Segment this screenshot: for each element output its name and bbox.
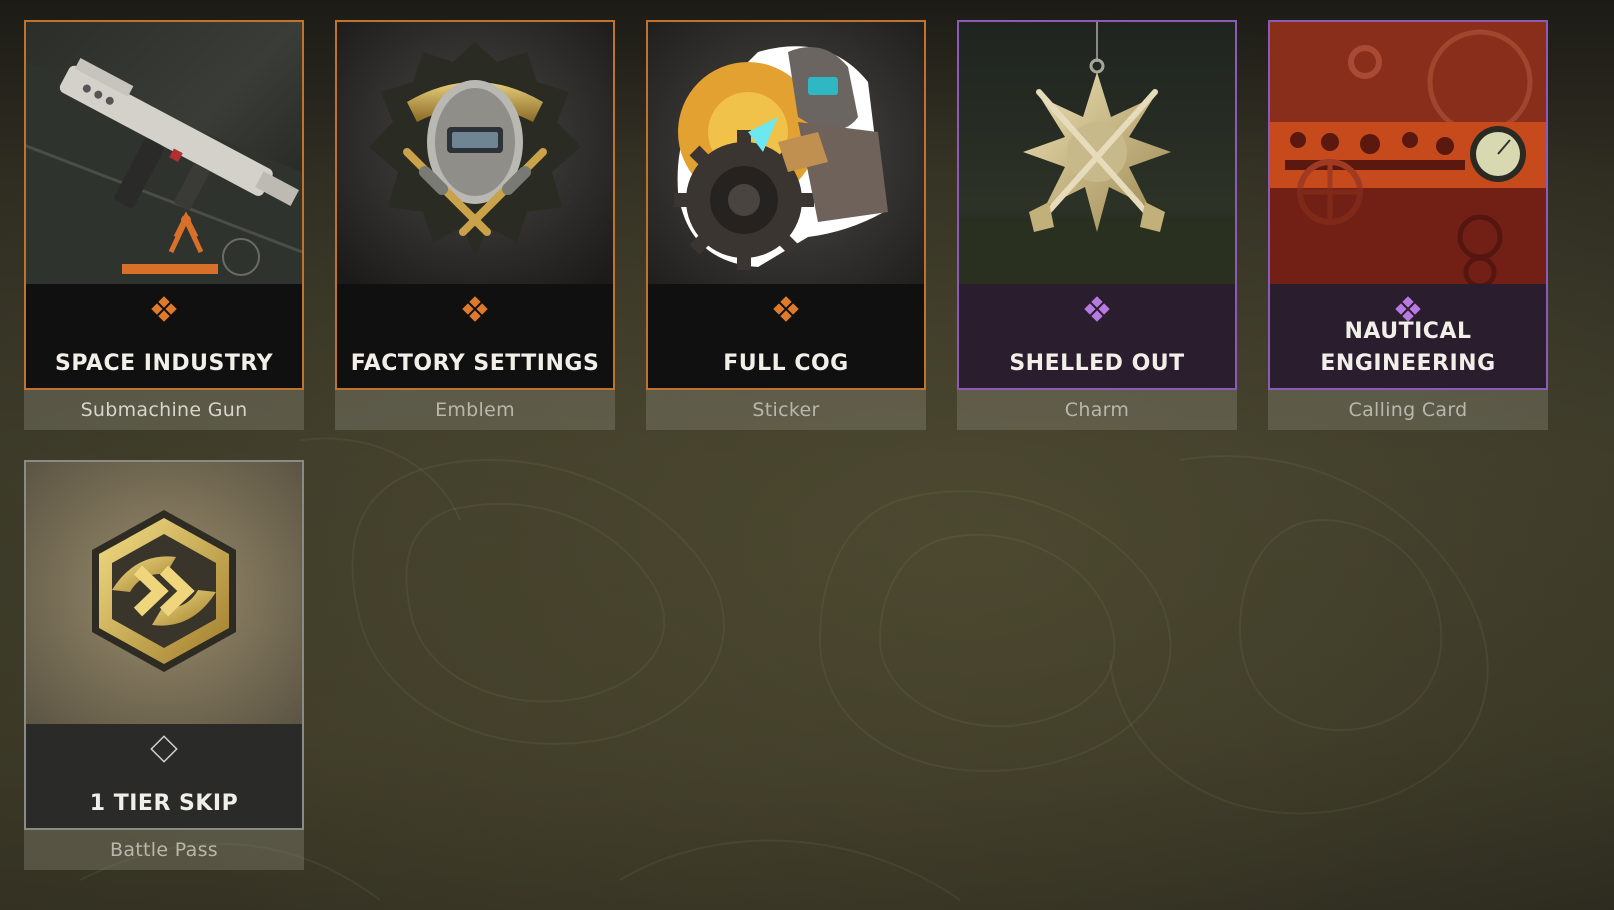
reward-card-frame: NAUTICAL ENGINEERING (1268, 20, 1548, 390)
reward-name: FACTORY SETTINGS (350, 351, 600, 376)
reward-name: 1 TIER SKIP (89, 791, 239, 816)
reward-type: Submachine Gun (24, 390, 304, 430)
reward-card-frame: FACTORY SETTINGS (335, 20, 615, 390)
reward-type: Calling Card (1268, 390, 1548, 430)
reward-card-full-cog[interactable]: FULL COG Sticker (646, 20, 926, 430)
reward-card-nautical-engineering[interactable]: NAUTICAL ENGINEERING Calling Card (1268, 20, 1548, 430)
reward-card-space-industry[interactable]: SPACE INDUSTRY Submachine Gun (24, 20, 304, 430)
tier-skip-hexagon-icon (26, 462, 302, 724)
crossed-shotguns-charm-icon (959, 22, 1235, 284)
common-rarity-icon (150, 735, 178, 763)
reward-name: SPACE INDUSTRY (54, 351, 274, 376)
ship-gauges-calling-card-icon (1270, 22, 1546, 284)
reward-type: Emblem (335, 390, 615, 430)
legendary-rarity-icon (773, 296, 799, 322)
epic-rarity-icon (1084, 296, 1110, 322)
reward-name: NAUTICAL ENGINEERING (1320, 319, 1496, 376)
smg-weapon-blueprint-icon (26, 22, 302, 284)
reward-card-frame: FULL COG (646, 20, 926, 390)
reward-type: Charm (957, 390, 1237, 430)
reward-card-frame: SPACE INDUSTRY (24, 20, 304, 390)
welder-mask-emblem-icon (337, 22, 613, 284)
reward-type: Battle Pass (24, 830, 304, 870)
reward-card-frame: 1 TIER SKIP (24, 460, 304, 830)
reward-card-shelled-out[interactable]: SHELLED OUT Charm (957, 20, 1237, 430)
reward-card-1-tier-skip[interactable]: 1 TIER SKIP Battle Pass (24, 460, 304, 870)
reward-type: Sticker (646, 390, 926, 430)
reward-card-factory-settings[interactable]: FACTORY SETTINGS Emblem (335, 20, 615, 430)
legendary-rarity-icon (151, 296, 177, 322)
reward-name: FULL COG (723, 351, 849, 376)
reward-name: SHELLED OUT (1009, 351, 1185, 376)
reward-card-frame: SHELLED OUT (957, 20, 1237, 390)
legendary-rarity-icon (462, 296, 488, 322)
welder-cog-sticker-icon (648, 22, 924, 284)
